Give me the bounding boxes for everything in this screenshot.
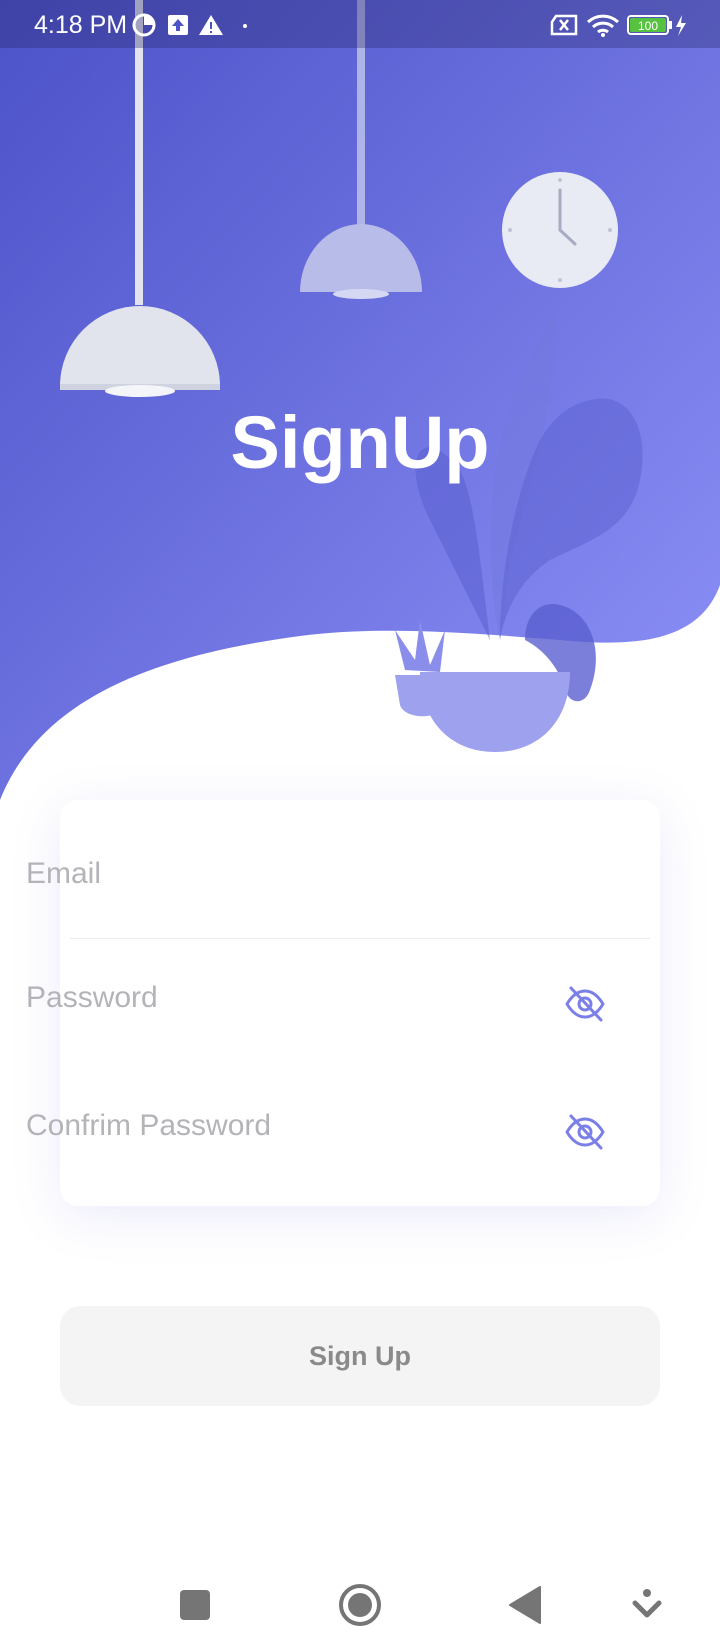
upload-icon [168,15,188,35]
status-bar: 4:18 PM 100 [0,0,720,48]
sync-icon [132,13,156,37]
svg-text:100: 100 [638,19,658,33]
confirm-password-field[interactable] [26,1096,506,1156]
email-field[interactable] [26,844,506,904]
wifi-icon [586,14,620,37]
system-status-icons: 100 [550,14,686,37]
dot-icon [243,24,247,28]
clock-icon [502,172,618,288]
page-title: SignUp [230,401,490,484]
status-time: 4:18 PM [34,11,128,39]
signup-button[interactable]: Sign Up [60,1306,660,1406]
email-divider [70,938,650,939]
eye-slash-icon[interactable] [563,1110,607,1154]
password-field[interactable] [26,968,506,1028]
home-icon[interactable] [335,1580,385,1630]
charging-icon [676,15,686,36]
eye-slash-icon[interactable] [563,982,607,1026]
recents-icon[interactable] [170,1580,220,1630]
back-icon[interactable] [500,1580,550,1630]
notification-icons [132,13,247,37]
warning-icon [199,15,223,35]
accessibility-icon[interactable] [622,1580,672,1630]
navigation-bar [0,1560,720,1650]
battery-icon: 100 [627,15,672,35]
sim-missing-icon [550,14,578,36]
